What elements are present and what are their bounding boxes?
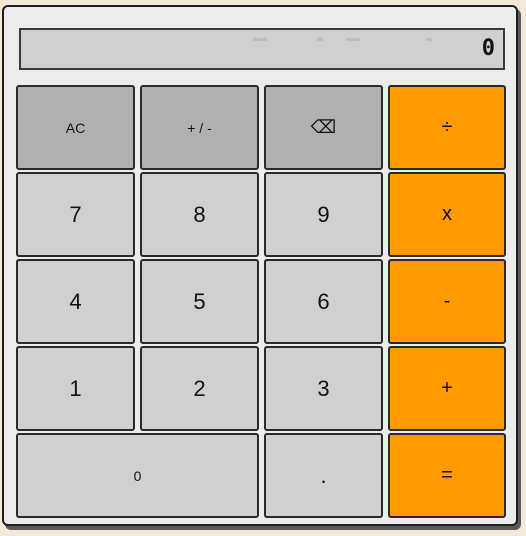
equals-button[interactable]: = — [388, 433, 506, 518]
digit-6-button[interactable]: 6 — [264, 259, 383, 344]
backspace-icon: ⌫ — [310, 117, 337, 137]
digit-1-button[interactable]: 1 — [16, 346, 135, 431]
decimal-button[interactable]: . — [264, 433, 383, 518]
digit-2-button[interactable]: 2 — [140, 346, 259, 431]
display-ghost-segment — [346, 38, 360, 41]
add-button[interactable]: + — [388, 346, 506, 431]
backspace-button[interactable]: ⌫ — [264, 85, 383, 170]
digit-7-button[interactable]: 7 — [16, 172, 135, 257]
digit-5-button[interactable]: 5 — [140, 259, 259, 344]
display-ghost-segment — [317, 38, 323, 41]
display-value: 0 — [481, 36, 495, 61]
digit-4-button[interactable]: 4 — [16, 259, 135, 344]
digit-9-button[interactable]: 9 — [264, 172, 383, 257]
digit-3-button[interactable]: 3 — [264, 346, 383, 431]
divide-button[interactable]: ÷ — [388, 85, 506, 170]
calculator-panel: 0 AC + / - ⌫ ÷ 7 8 9 x 4 5 6 - 1 2 3 + 0… — [2, 5, 518, 526]
ac-button[interactable]: AC — [16, 85, 135, 170]
plus-minus-button[interactable]: + / - — [140, 85, 259, 170]
display-ghost-segment — [253, 38, 267, 41]
display-ghost-segment — [426, 38, 432, 41]
display-screen: 0 — [19, 28, 505, 70]
multiply-button[interactable]: x — [388, 172, 506, 257]
digit-8-button[interactable]: 8 — [140, 172, 259, 257]
digit-0-button[interactable]: 0 — [16, 433, 259, 518]
subtract-button[interactable]: - — [388, 259, 506, 344]
